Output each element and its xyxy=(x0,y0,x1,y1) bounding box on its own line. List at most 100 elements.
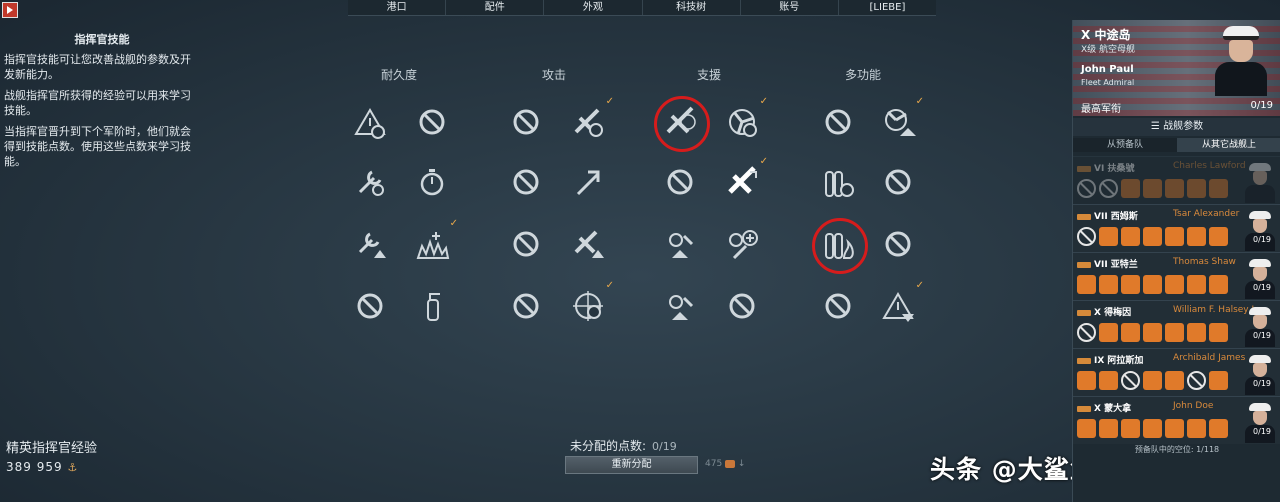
roster-commander-row[interactable]: IX 阿拉斯加 Archibald James 0/19 xyxy=(1073,348,1280,396)
learned-skill-icon xyxy=(1121,227,1140,246)
column-header-attack: 攻击 xyxy=(541,68,566,82)
roster-portrait xyxy=(1245,403,1275,443)
roster-commander-row[interactable]: X 蒙大拿 John Doe 0/19 xyxy=(1073,396,1280,444)
skill-radar-up-icon[interactable]: ✓ xyxy=(878,96,924,142)
skill-unavailable-icon[interactable] xyxy=(506,224,546,264)
skill-fire-survival-icon[interactable]: ✓ xyxy=(412,218,458,264)
roster-tier: X xyxy=(1094,308,1105,318)
learned-check-icon: ✓ xyxy=(605,280,614,291)
roster-skills xyxy=(1077,419,1228,438)
roster-skills xyxy=(1077,275,1228,294)
skill-aircraft-armor-icon[interactable] xyxy=(654,96,710,152)
skill-fire-extinguisher-icon[interactable] xyxy=(412,286,452,326)
roster-points: 0/19 xyxy=(1253,235,1271,244)
skill-unavailable-icon[interactable] xyxy=(818,102,858,142)
skills-description: 指挥官技能 指挥官技能可让您改善战舰的参数及开发新能力。 战舰指挥官所获得的经验… xyxy=(4,32,200,175)
learned-skill-icon xyxy=(1099,275,1118,294)
skill-bombs-up-icon[interactable] xyxy=(660,286,700,326)
column-header-support: 支援 xyxy=(696,68,721,82)
skill-unavailable-icon[interactable] xyxy=(506,102,546,142)
roster-commander-row[interactable]: VI 扶桑號 Charles Lawford xyxy=(1073,156,1280,204)
skill-priority-target-icon[interactable] xyxy=(350,102,390,142)
learned-skill-icon xyxy=(1187,275,1206,294)
skill-fighter-icon[interactable]: ✓ xyxy=(722,156,768,202)
skill-shell-fire-icon[interactable] xyxy=(812,218,868,274)
commander-points: 0/19 xyxy=(1250,100,1273,111)
menu-toggle-button[interactable] xyxy=(2,2,18,18)
skill-repair-icon[interactable] xyxy=(350,162,390,202)
roster-ship: X 得梅因 xyxy=(1077,305,1131,318)
commander-rank: Fleet Admiral xyxy=(1081,78,1135,87)
tab-from-reserve[interactable]: 从预备队 xyxy=(1073,138,1177,152)
learned-skill-icon xyxy=(1165,179,1184,198)
unavailable-skill-icon xyxy=(1077,179,1096,198)
ship-params-button[interactable]: ☰ 战舰参数 xyxy=(1073,118,1280,136)
learned-skill-icon xyxy=(1143,275,1162,294)
roster-skills xyxy=(1077,371,1228,390)
skill-propeller-icon[interactable]: ✓ xyxy=(722,96,768,142)
active-commander-card[interactable]: X 中途岛 X级 航空母舰 John Paul Fleet Admiral 最高… xyxy=(1073,20,1280,116)
roster-portrait xyxy=(1245,163,1275,203)
redistribute-button[interactable]: 重新分配 xyxy=(565,456,698,474)
roster-commander-name: Thomas Shaw xyxy=(1173,257,1236,267)
tab-port[interactable]: 港口 xyxy=(348,0,447,15)
learned-skill-icon xyxy=(1209,275,1228,294)
skill-plane-upgrade-icon[interactable] xyxy=(568,224,608,264)
skill-warn-down-icon[interactable]: ✓ xyxy=(878,280,924,326)
commander-ship-name: 中途岛 xyxy=(1094,28,1131,42)
skill-unavailable-icon[interactable] xyxy=(722,286,762,326)
tab-account[interactable]: 账号 xyxy=(741,0,839,15)
roster-commander-name: Archibald James xyxy=(1173,353,1246,363)
learned-skill-icon xyxy=(1165,323,1184,342)
tab-equipment[interactable]: 配件 xyxy=(446,0,545,15)
learned-check-icon: ✓ xyxy=(759,156,768,167)
skill-air-attack-icon[interactable]: ✓ xyxy=(568,96,614,142)
roster-ship-name: 扶桑號 xyxy=(1107,164,1135,174)
learned-skill-icon xyxy=(1165,275,1184,294)
skill-crosshair-icon[interactable]: ✓ xyxy=(568,280,614,326)
learned-skill-icon xyxy=(1077,419,1096,438)
learned-skill-icon xyxy=(1077,371,1096,390)
roster-commander-row[interactable]: X 得梅因 William F. Halsey Jr. 0/19 xyxy=(1073,300,1280,348)
skill-unavailable-icon[interactable] xyxy=(506,162,546,202)
roster-commander-row[interactable]: VII 亚特兰 Thomas Shaw 0/19 xyxy=(1073,252,1280,300)
skill-timer-icon[interactable] xyxy=(412,162,452,202)
skill-attack-arrow-icon[interactable] xyxy=(568,162,608,202)
roster-points: 0/19 xyxy=(1253,331,1271,340)
roster-ship: IX 阿拉斯加 xyxy=(1077,353,1143,366)
roster-points: 0/19 xyxy=(1253,427,1271,436)
skill-bombs-icon[interactable] xyxy=(660,224,700,264)
skill-shells-icon[interactable] xyxy=(818,162,858,202)
skill-unavailable-icon[interactable] xyxy=(878,162,918,202)
tab-from-other-ships[interactable]: 从其它战舰上 xyxy=(1177,138,1280,152)
skill-unavailable-icon[interactable] xyxy=(878,224,918,264)
elite-xp: 精英指挥官经验 389 959 ⚓ xyxy=(6,437,97,474)
learned-skill-icon xyxy=(1143,323,1162,342)
skill-unavailable-icon[interactable] xyxy=(350,286,390,326)
unavailable-skill-icon xyxy=(1077,227,1096,246)
description-p1: 指挥官技能可让您改善战舰的参数及开发新能力。 xyxy=(4,53,191,81)
roster-footer: 预备队中的空位: 1/118 xyxy=(1134,445,1220,454)
skill-unavailable-icon[interactable] xyxy=(660,162,700,202)
skill-repair-upgrade-icon[interactable] xyxy=(350,224,390,264)
tab-clan[interactable]: [LIEBE] xyxy=(839,0,936,15)
skill-unavailable-icon[interactable] xyxy=(506,286,546,326)
learned-skill-icon xyxy=(1187,419,1206,438)
learned-skill-icon xyxy=(1121,323,1140,342)
redistribute-cost: 475 ↓ xyxy=(705,459,746,469)
description-p2: 战舰指挥官所获得的经验可以用来学习技能。 xyxy=(4,89,191,117)
tab-tech-tree[interactable]: 科技树 xyxy=(643,0,741,15)
learned-skill-icon xyxy=(1143,371,1162,390)
elite-xp-label: 精英指挥官经验 xyxy=(6,441,98,456)
unavailable-skill-icon xyxy=(1187,371,1206,390)
learned-skill-icon xyxy=(1121,179,1140,198)
roster-ship: X 蒙大拿 xyxy=(1077,401,1131,414)
skill-unavailable-icon[interactable] xyxy=(412,102,452,142)
tab-exterior[interactable]: 外观 xyxy=(544,0,643,15)
skill-plane-plus-icon[interactable] xyxy=(722,224,762,264)
roster-commander-row[interactable]: VII 西姆斯 Tsar Alexander 0/19 xyxy=(1073,204,1280,252)
learned-skill-icon xyxy=(1099,227,1118,246)
roster-ship-name: 得梅因 xyxy=(1104,308,1132,318)
commander-panel: X 中途岛 X级 航空母舰 John Paul Fleet Admiral 最高… xyxy=(1072,20,1280,502)
skill-unavailable-icon[interactable] xyxy=(818,286,858,326)
